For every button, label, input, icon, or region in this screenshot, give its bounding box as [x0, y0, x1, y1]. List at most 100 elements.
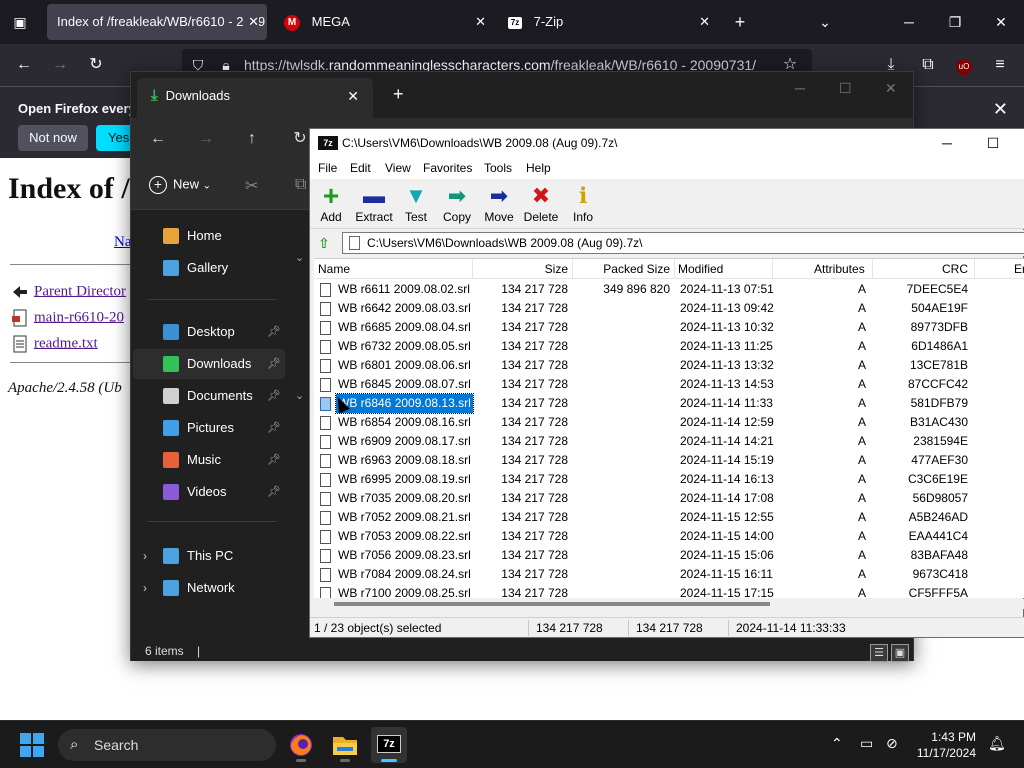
maximize-icon[interactable]: ❐ — [943, 10, 967, 34]
new-tab-icon[interactable]: + — [393, 84, 404, 105]
column-header-encrypted[interactable]: En — [1014, 259, 1024, 279]
chevron-down-icon[interactable]: ⌄ — [295, 389, 304, 402]
back-icon[interactable]: ← — [12, 53, 36, 77]
column-header-name[interactable]: Name — [318, 259, 350, 279]
minimize-icon[interactable]: ─ — [897, 10, 921, 34]
forward-icon[interactable]: → — [195, 128, 217, 150]
back-icon[interactable]: ← — [147, 128, 169, 150]
tab-7zip[interactable]: 7z 7-Zip ✕ — [498, 4, 718, 40]
close-window-icon[interactable]: ✕ — [989, 10, 1013, 34]
close-notification-icon[interactable]: ✕ — [993, 99, 1008, 120]
menu-view[interactable]: View — [385, 157, 411, 179]
table-row[interactable]: WB r6995 2009.08.19.srl 134 217 728 2024-1… — [314, 470, 1024, 489]
search-box[interactable]: ⌕ Search — [58, 729, 276, 761]
new-tab-icon[interactable]: + — [728, 10, 752, 34]
extensions-icon[interactable]: ⧉ — [916, 53, 940, 77]
tab-index-of[interactable]: Index of /freakleak/WB/r6610 - 2009 ✕ — [47, 4, 267, 40]
minimize-icon[interactable]: ─ — [924, 129, 970, 157]
table-row[interactable]: WB r7035 2009.08.20.srl 134 217 728 2024-1… — [314, 489, 1024, 508]
not-now-button[interactable]: Not now — [18, 125, 88, 151]
refresh-icon[interactable]: ↻ — [289, 128, 311, 150]
menu-file[interactable]: File — [318, 157, 337, 179]
archive-link[interactable]: main-r6610-20 — [34, 309, 124, 325]
path-input[interactable]: C:\Users\VM6\Downloads\WB 2009.08 (Aug 0… — [342, 232, 1024, 254]
table-row[interactable]: WB r7053 2009.08.22.srl 134 217 728 2024-1… — [314, 527, 1024, 546]
sidebar-item-music[interactable]: Music 📌︎ — [133, 445, 285, 475]
chevron-down-icon[interactable]: ⌄ — [813, 10, 837, 34]
sidebar-item-this-pc[interactable]: › This PC — [133, 541, 285, 571]
file-list[interactable]: Name Size Packed Size Modified Attribute… — [314, 258, 1024, 598]
close-tab-icon[interactable]: ✕ — [699, 4, 710, 40]
forward-icon[interactable]: → — [48, 53, 72, 77]
sidebar-item-downloads[interactable]: Downloads 📌︎ — [133, 349, 285, 379]
scrollbar-thumb[interactable] — [334, 602, 770, 606]
new-button[interactable]: + New ⌄ — [149, 176, 211, 194]
close-tab-icon[interactable]: ✕ — [475, 4, 486, 40]
column-header-crc[interactable]: CRC — [904, 259, 968, 279]
notification-bell-icon[interactable]: 🔔︎ — [988, 735, 1006, 752]
details-view-icon[interactable]: ☰ — [870, 644, 888, 662]
chevron-up-icon[interactable]: ⌃ — [831, 735, 843, 752]
delete-button[interactable]: ✖ Delete — [519, 183, 563, 227]
maximize-icon[interactable]: ☐ — [970, 129, 1016, 157]
table-row[interactable]: WB r6845 2009.08.07.srl 134 217 728 2024-1… — [314, 375, 1024, 394]
chevron-right-icon[interactable]: › — [143, 573, 147, 603]
table-row[interactable]: WB r6732 2009.08.05.srl 134 217 728 2024-1… — [314, 337, 1024, 356]
chevron-right-icon[interactable]: › — [143, 541, 147, 571]
column-header-packed-size[interactable]: Packed Size — [574, 259, 670, 279]
menu-help[interactable]: Help — [526, 157, 551, 179]
move-button[interactable]: ➡ Move — [477, 183, 521, 227]
display-icon[interactable]: ▭ — [860, 735, 873, 752]
maximize-icon[interactable]: ☐ — [839, 80, 852, 97]
sidebar-item-network[interactable]: › Network — [133, 573, 285, 603]
taskbar-firefox[interactable] — [283, 727, 319, 763]
horizontal-scrollbar[interactable] — [314, 599, 1024, 609]
sidebar-item-documents[interactable]: Documents 📌︎ — [133, 381, 285, 411]
column-header-modified[interactable]: Modified — [678, 259, 723, 279]
copy-icon[interactable]: ⧉ — [295, 176, 306, 194]
close-tab-icon[interactable]: ✕ — [347, 78, 359, 114]
menu-favorites[interactable]: Favorites — [423, 157, 472, 179]
tab-list-icon[interactable]: ▣ — [8, 10, 32, 34]
sidebar-item-gallery[interactable]: Gallery — [133, 253, 285, 283]
close-tab-icon[interactable]: ✕ — [244, 4, 259, 40]
minimize-icon[interactable]: ─ — [795, 80, 805, 96]
table-row[interactable]: WB r6846 2009.08.13.srl 134 217 728 2024-1… — [314, 393, 1024, 414]
tab-mega[interactable]: M MEGA ✕ — [274, 4, 494, 40]
sidebar-item-pictures[interactable]: Pictures 📌︎ — [133, 413, 285, 443]
info-button[interactable]: ℹ Info — [561, 183, 605, 227]
table-row[interactable]: WB r7056 2009.08.23.srl 134 217 728 2024-1… — [314, 546, 1024, 565]
table-row[interactable]: WB r6611 2009.08.02.srl 134 217 728 349 89… — [314, 280, 1024, 299]
close-window-icon[interactable]: ✕ — [885, 80, 897, 97]
explorer-tab-downloads[interactable]: ⤓ Downloads ✕ — [137, 78, 373, 118]
taskbar-file-explorer[interactable] — [327, 727, 363, 763]
network-disconnected-icon[interactable]: ⊘ — [886, 735, 898, 752]
up-folder-icon[interactable]: ⇧ — [314, 234, 334, 252]
start-button[interactable] — [20, 733, 44, 757]
extract-button[interactable]: ▬ Extract — [352, 183, 396, 227]
tiles-view-icon[interactable]: ▣ — [891, 644, 909, 662]
cut-icon[interactable]: ✂ — [245, 176, 258, 196]
table-row[interactable]: WB r7100 2009.08.25.srl 134 217 728 2024-1… — [314, 584, 1024, 598]
table-row[interactable]: WB r6801 2009.08.06.srl 134 217 728 2024-1… — [314, 356, 1024, 375]
menu-icon[interactable]: ≡ — [988, 53, 1012, 77]
add-button[interactable]: + Add — [309, 182, 353, 227]
menu-tools[interactable]: Tools — [484, 157, 512, 179]
name-column-link[interactable]: Na — [114, 234, 132, 251]
table-row[interactable]: WB r6642 2009.08.03.srl 134 217 728 2024-1… — [314, 299, 1024, 318]
parent-directory-link[interactable]: Parent Director — [34, 283, 126, 299]
ublock-icon[interactable]: uO — [952, 53, 976, 77]
readme-link[interactable]: readme.txt — [34, 335, 98, 351]
taskbar-7zip[interactable]: 7z — [371, 727, 407, 763]
sidebar-item-desktop[interactable]: Desktop 📌︎ — [133, 317, 285, 347]
clock[interactable]: 1:43 PM 11/17/2024 — [912, 729, 976, 761]
column-header-attributes[interactable]: Attributes — [814, 259, 865, 279]
test-button[interactable]: ▼ Test — [394, 183, 438, 227]
table-row[interactable]: WB r7084 2009.08.24.srl 134 217 728 2024-1… — [314, 565, 1024, 584]
menu-edit[interactable]: Edit — [350, 157, 371, 179]
table-row[interactable]: WB r6854 2009.08.16.srl 134 217 728 2024-1… — [314, 413, 1024, 432]
table-row[interactable]: WB r6963 2009.08.18.srl 134 217 728 2024-1… — [314, 451, 1024, 470]
copy-button[interactable]: ➡ Copy — [435, 183, 479, 227]
column-header-size[interactable]: Size — [484, 259, 568, 279]
chevron-down-icon[interactable]: ⌄ — [295, 251, 304, 264]
